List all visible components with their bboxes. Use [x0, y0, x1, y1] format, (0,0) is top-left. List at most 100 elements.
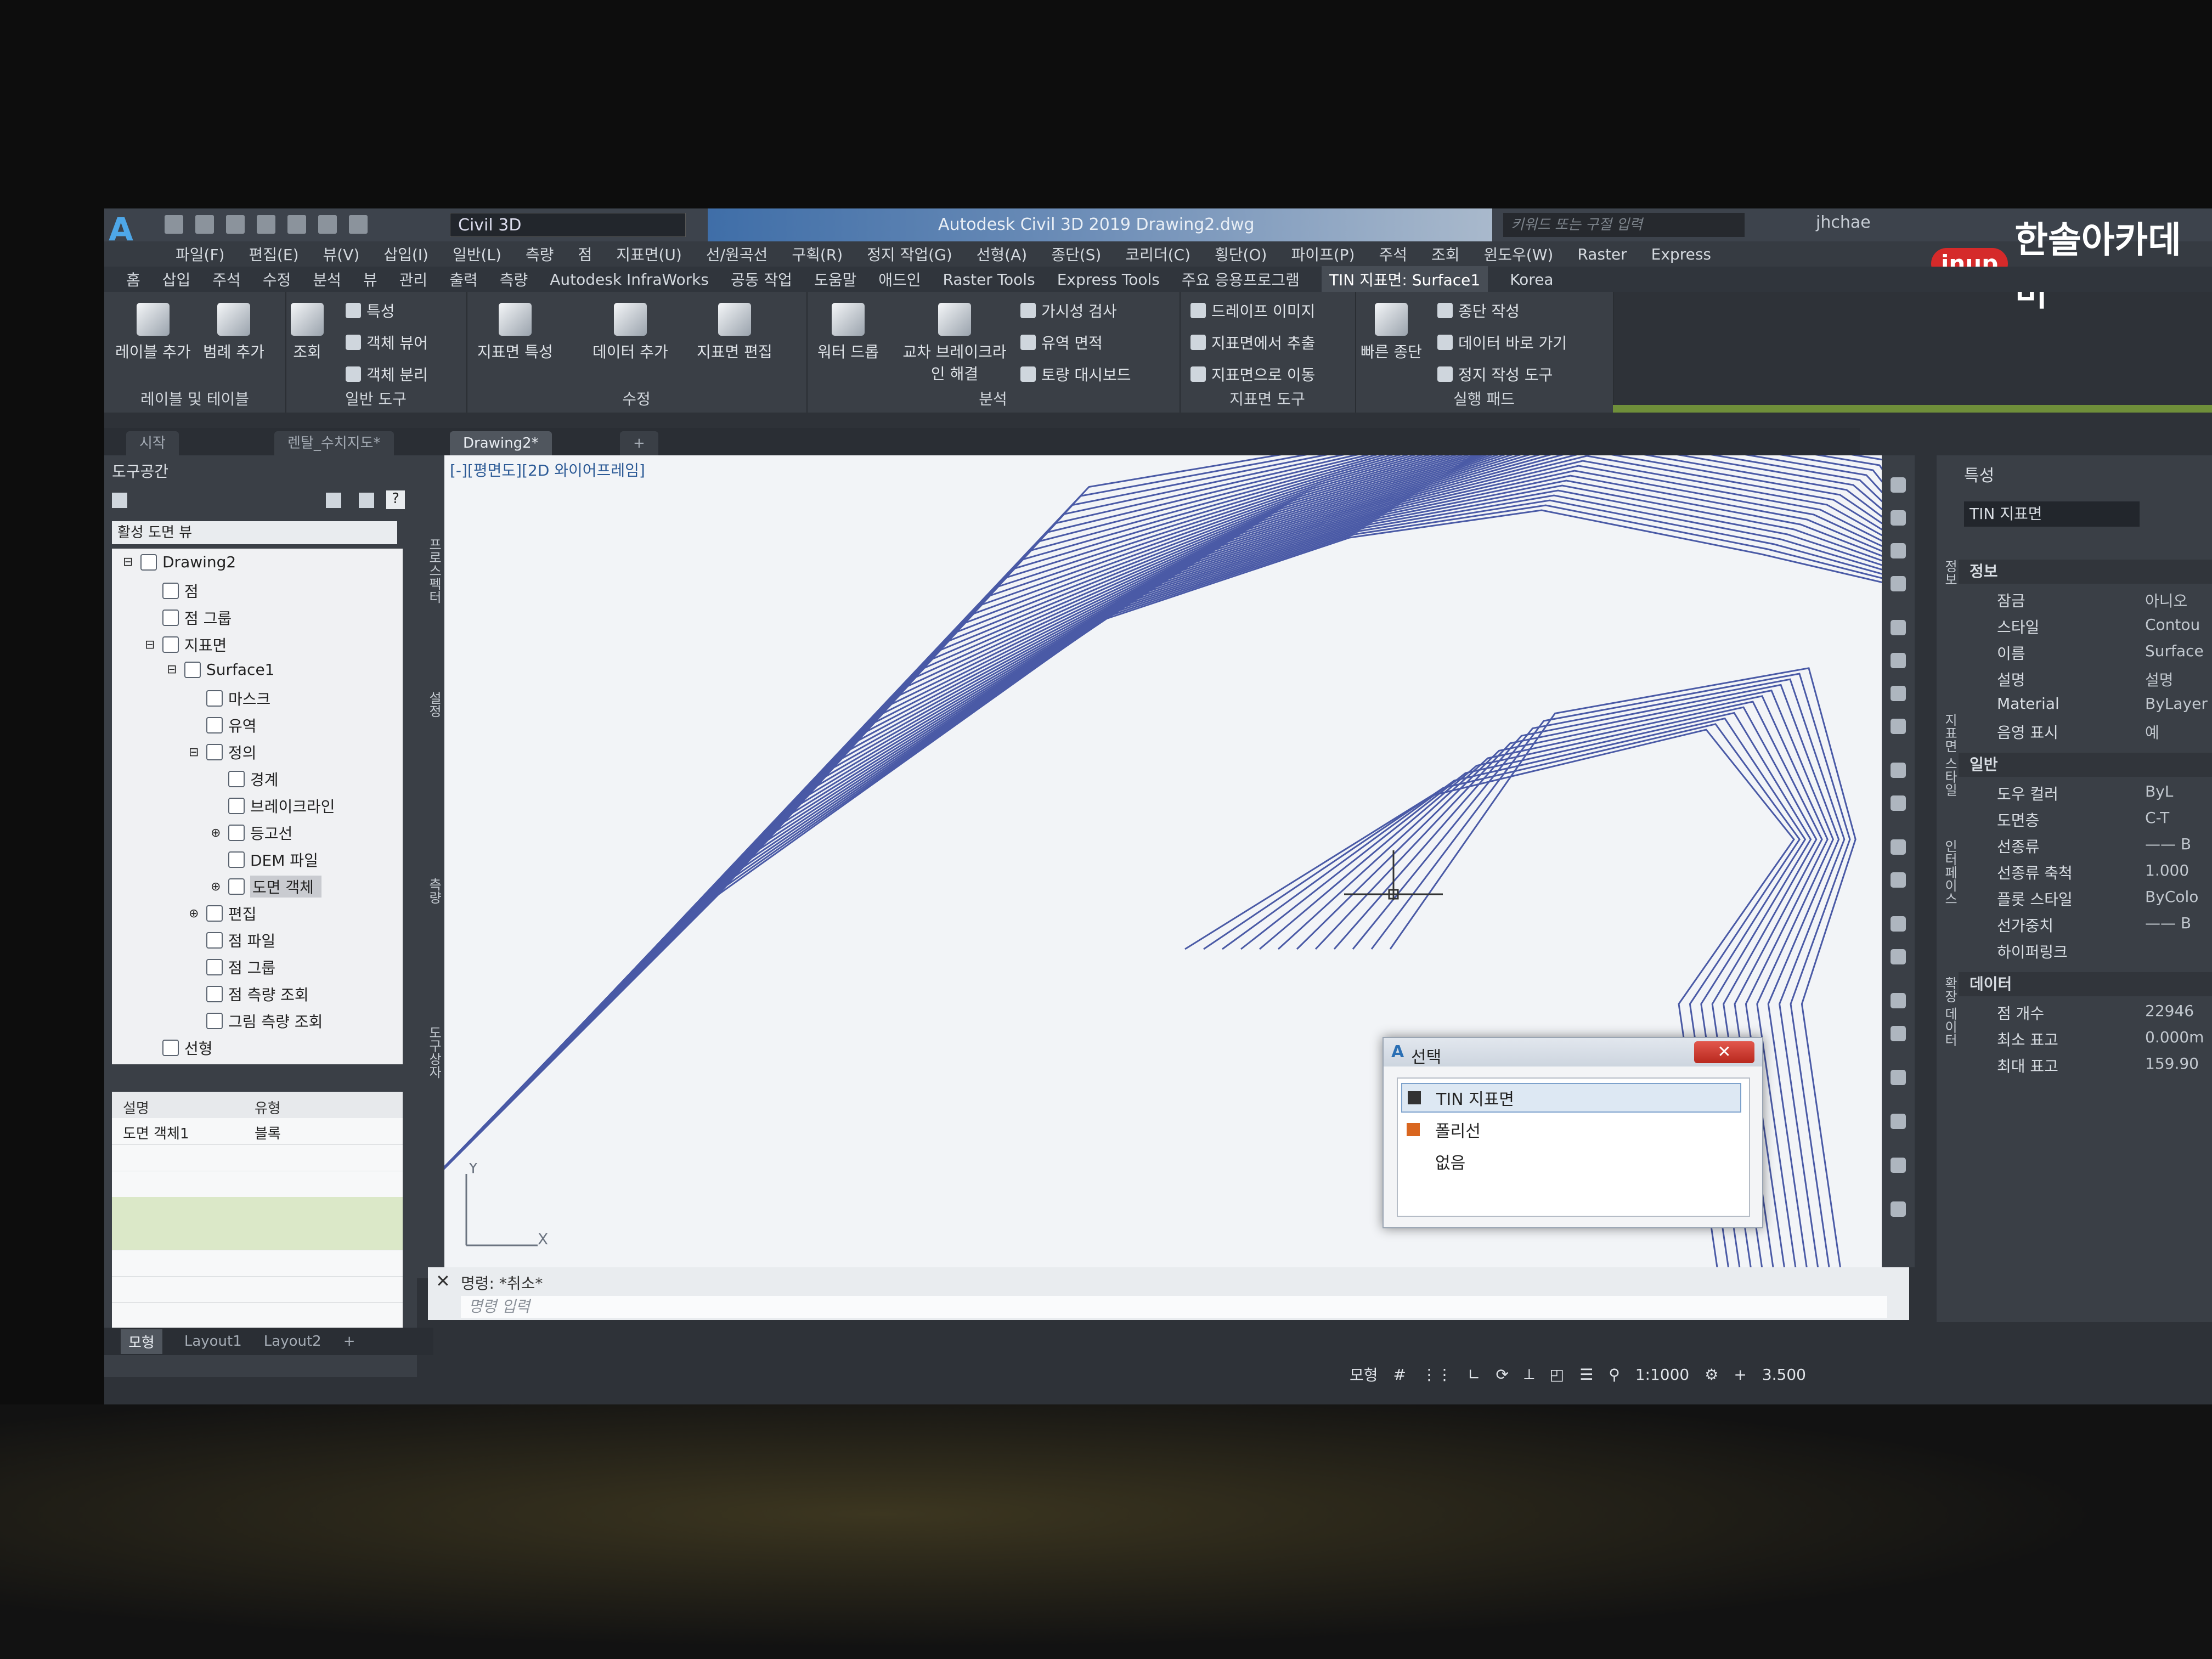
property-row[interactable]: 도우 컬러 ByL — [1997, 780, 2212, 805]
osnap-icon[interactable] — [1891, 916, 1906, 932]
elevation-value[interactable]: 3.500 — [1762, 1365, 1806, 1384]
ribbon-tab[interactable]: TIN 지표면: Surface1 — [1321, 266, 1488, 292]
expand-icon[interactable]: ⊟ — [167, 663, 179, 676]
edit-surface-button[interactable]: 지표면 편집 — [697, 303, 772, 362]
move-to-surface-button[interactable]: 지표면으로 이동 — [1190, 363, 1315, 385]
col-description[interactable]: 설명 — [123, 1097, 149, 1118]
ortho-icon[interactable] — [1891, 839, 1906, 855]
tree-node[interactable]: 선형 — [145, 1037, 213, 1059]
ribbon-tab[interactable]: Autodesk InfraWorks — [550, 270, 709, 289]
snap-toggle-icon[interactable]: ⋮⋮ — [1421, 1365, 1452, 1384]
menu-item[interactable]: 파이프(P) — [1291, 243, 1355, 265]
menu-item[interactable]: Raster — [1577, 245, 1627, 263]
tree-node[interactable]: 점 — [145, 580, 199, 602]
expand-icon[interactable]: ⊟ — [123, 555, 135, 569]
more-icon[interactable] — [1891, 1201, 1906, 1217]
volumes-dashboard-button[interactable]: 토량 대시보드 — [1020, 363, 1131, 385]
create-profile-button[interactable]: 종단 작성 — [1437, 300, 1520, 321]
tool-icon[interactable] — [1891, 719, 1906, 734]
add-label-button[interactable]: 레이블 추가 — [115, 303, 191, 362]
catchment-area-button[interactable]: 유역 면적 — [1020, 331, 1103, 353]
add-legend-button[interactable]: 범례 추가 — [203, 303, 264, 362]
toolspace-options-icon[interactable] — [112, 493, 127, 508]
tree-node[interactable]: 점 그룹 — [145, 607, 232, 629]
settings-gear-icon[interactable]: ⚙ — [1705, 1365, 1718, 1384]
property-row[interactable]: 선종류 축척 1.000 — [1997, 859, 2212, 884]
pan-icon[interactable] — [1891, 477, 1906, 493]
zoom-icon[interactable] — [1891, 510, 1906, 526]
col-type[interactable]: 유형 — [255, 1097, 281, 1118]
close-command-icon[interactable]: ✕ — [436, 1271, 450, 1291]
tree-node[interactable]: 경계 — [211, 768, 279, 790]
surface-properties-button[interactable]: 지표면 특성 — [477, 303, 553, 362]
ribbon-tab[interactable]: Raster Tools — [943, 270, 1035, 289]
menu-item[interactable]: 편집(E) — [249, 243, 298, 265]
menu-item[interactable]: 코리더(C) — [1125, 243, 1190, 265]
annotation-icon[interactable] — [1891, 1114, 1906, 1129]
doc-tab-rental-map[interactable]: 렌탈_수치지도* — [274, 431, 394, 455]
polar-toggle-icon[interactable]: ⟳ — [1496, 1365, 1508, 1384]
list-view-icon[interactable] — [359, 493, 374, 508]
menu-item[interactable]: 윈도우(W) — [1484, 243, 1554, 265]
tree-node[interactable]: DEM 파일 — [211, 849, 318, 871]
property-row[interactable]: 설명 설명 — [1997, 666, 2212, 691]
tree-node[interactable]: ⊕ 도면 객체 — [211, 876, 321, 898]
expand-icon[interactable]: ⊕ — [211, 880, 223, 894]
tree-node[interactable]: ⊕ 등고선 — [211, 822, 292, 844]
add-data-button[interactable]: 데이터 추가 — [592, 303, 668, 362]
orbit-icon[interactable] — [1891, 543, 1906, 558]
grid-toggle-icon[interactable]: # — [1393, 1365, 1406, 1384]
tree-node[interactable]: ⊕ 편집 — [189, 902, 257, 924]
object-type-select[interactable]: TIN 지표면 — [1964, 501, 2140, 527]
tree-node[interactable]: 브레이크라인 — [211, 795, 335, 817]
steering-wheel-icon[interactable] — [1891, 653, 1906, 668]
tree-node[interactable]: 마스크 — [189, 687, 270, 709]
doc-tab-start[interactable]: 시작 — [126, 431, 179, 455]
extract-from-surface-button[interactable]: 지표면에서 추출 — [1190, 331, 1315, 353]
tree-node[interactable]: ⊟ Drawing2 — [123, 553, 236, 571]
tab-layout2[interactable]: Layout2 — [264, 1333, 321, 1350]
workspace-select[interactable]: Civil 3D — [450, 213, 686, 237]
object-viewer-button[interactable]: 객체 뷰어 — [346, 331, 428, 353]
menu-item[interactable]: 선/원곡선 — [706, 243, 768, 265]
properties-section[interactable]: 정보 — [1959, 560, 2212, 584]
property-row[interactable]: 플롯 스타일 ByColo — [1997, 885, 2212, 911]
lineweight-toggle-icon[interactable]: ☰ — [1579, 1365, 1593, 1384]
list-item[interactable]: 도면 객체1 블록 — [112, 1118, 403, 1145]
side-tab-extended-data[interactable]: 확장 데이터 — [1940, 977, 1960, 1047]
redo-icon[interactable] — [349, 215, 368, 234]
selection-item-none[interactable]: 없음 — [1401, 1147, 1741, 1176]
menu-item[interactable]: 조회 — [1431, 243, 1460, 265]
menu-item[interactable]: 점 — [578, 243, 592, 265]
property-row[interactable]: 스타일 Contou — [1997, 613, 2212, 639]
properties-button[interactable]: 특성 — [346, 300, 395, 321]
tree-node[interactable]: 유역 — [189, 714, 257, 736]
command-input[interactable]: 명령 입력 — [461, 1296, 1887, 1318]
property-row[interactable]: 잠금 아니오 — [1997, 587, 2212, 612]
tree-node[interactable]: 점 그룹 — [189, 956, 275, 978]
menu-item[interactable]: 횡단(O) — [1215, 243, 1267, 265]
side-tab-surface-style[interactable]: 지표면 스타일 — [1940, 713, 1960, 797]
tab-layout1[interactable]: Layout1 — [184, 1333, 242, 1350]
user-name[interactable]: jhchae — [1816, 213, 1871, 232]
menu-item[interactable]: 주석 — [1379, 243, 1407, 265]
ribbon-tab[interactable]: 측량 — [500, 268, 528, 290]
side-tab-info[interactable]: 정보 — [1940, 560, 1960, 586]
view-dropdown[interactable]: 활성 도면 뷰 — [112, 521, 397, 544]
otrack-icon[interactable] — [1891, 949, 1906, 964]
close-button[interactable]: ✕ — [1694, 1041, 1754, 1063]
dyn-icon[interactable] — [1891, 993, 1906, 1008]
property-row[interactable]: 점 개수 22946 — [1997, 1000, 2212, 1025]
resolve-crossing-button[interactable]: 교차 브레이크라인 해결 — [900, 303, 1009, 384]
expand-icon[interactable]: ⊕ — [211, 826, 223, 840]
menu-item[interactable]: 뷰(V) — [323, 243, 360, 265]
property-row[interactable]: 선가중치 —— B — [1997, 912, 2212, 937]
undo-icon[interactable] — [318, 215, 337, 234]
ribbon-tab[interactable]: 수정 — [263, 268, 291, 290]
property-row[interactable]: 하이퍼링크 — [1997, 938, 2212, 963]
tab-model[interactable]: 모형 — [121, 1329, 162, 1354]
new-icon[interactable] — [165, 215, 183, 234]
query-button[interactable]: 조회 — [291, 303, 324, 362]
property-row[interactable]: 선종류 —— B — [1997, 833, 2212, 858]
ribbon-tab[interactable]: 출력 — [449, 268, 478, 290]
